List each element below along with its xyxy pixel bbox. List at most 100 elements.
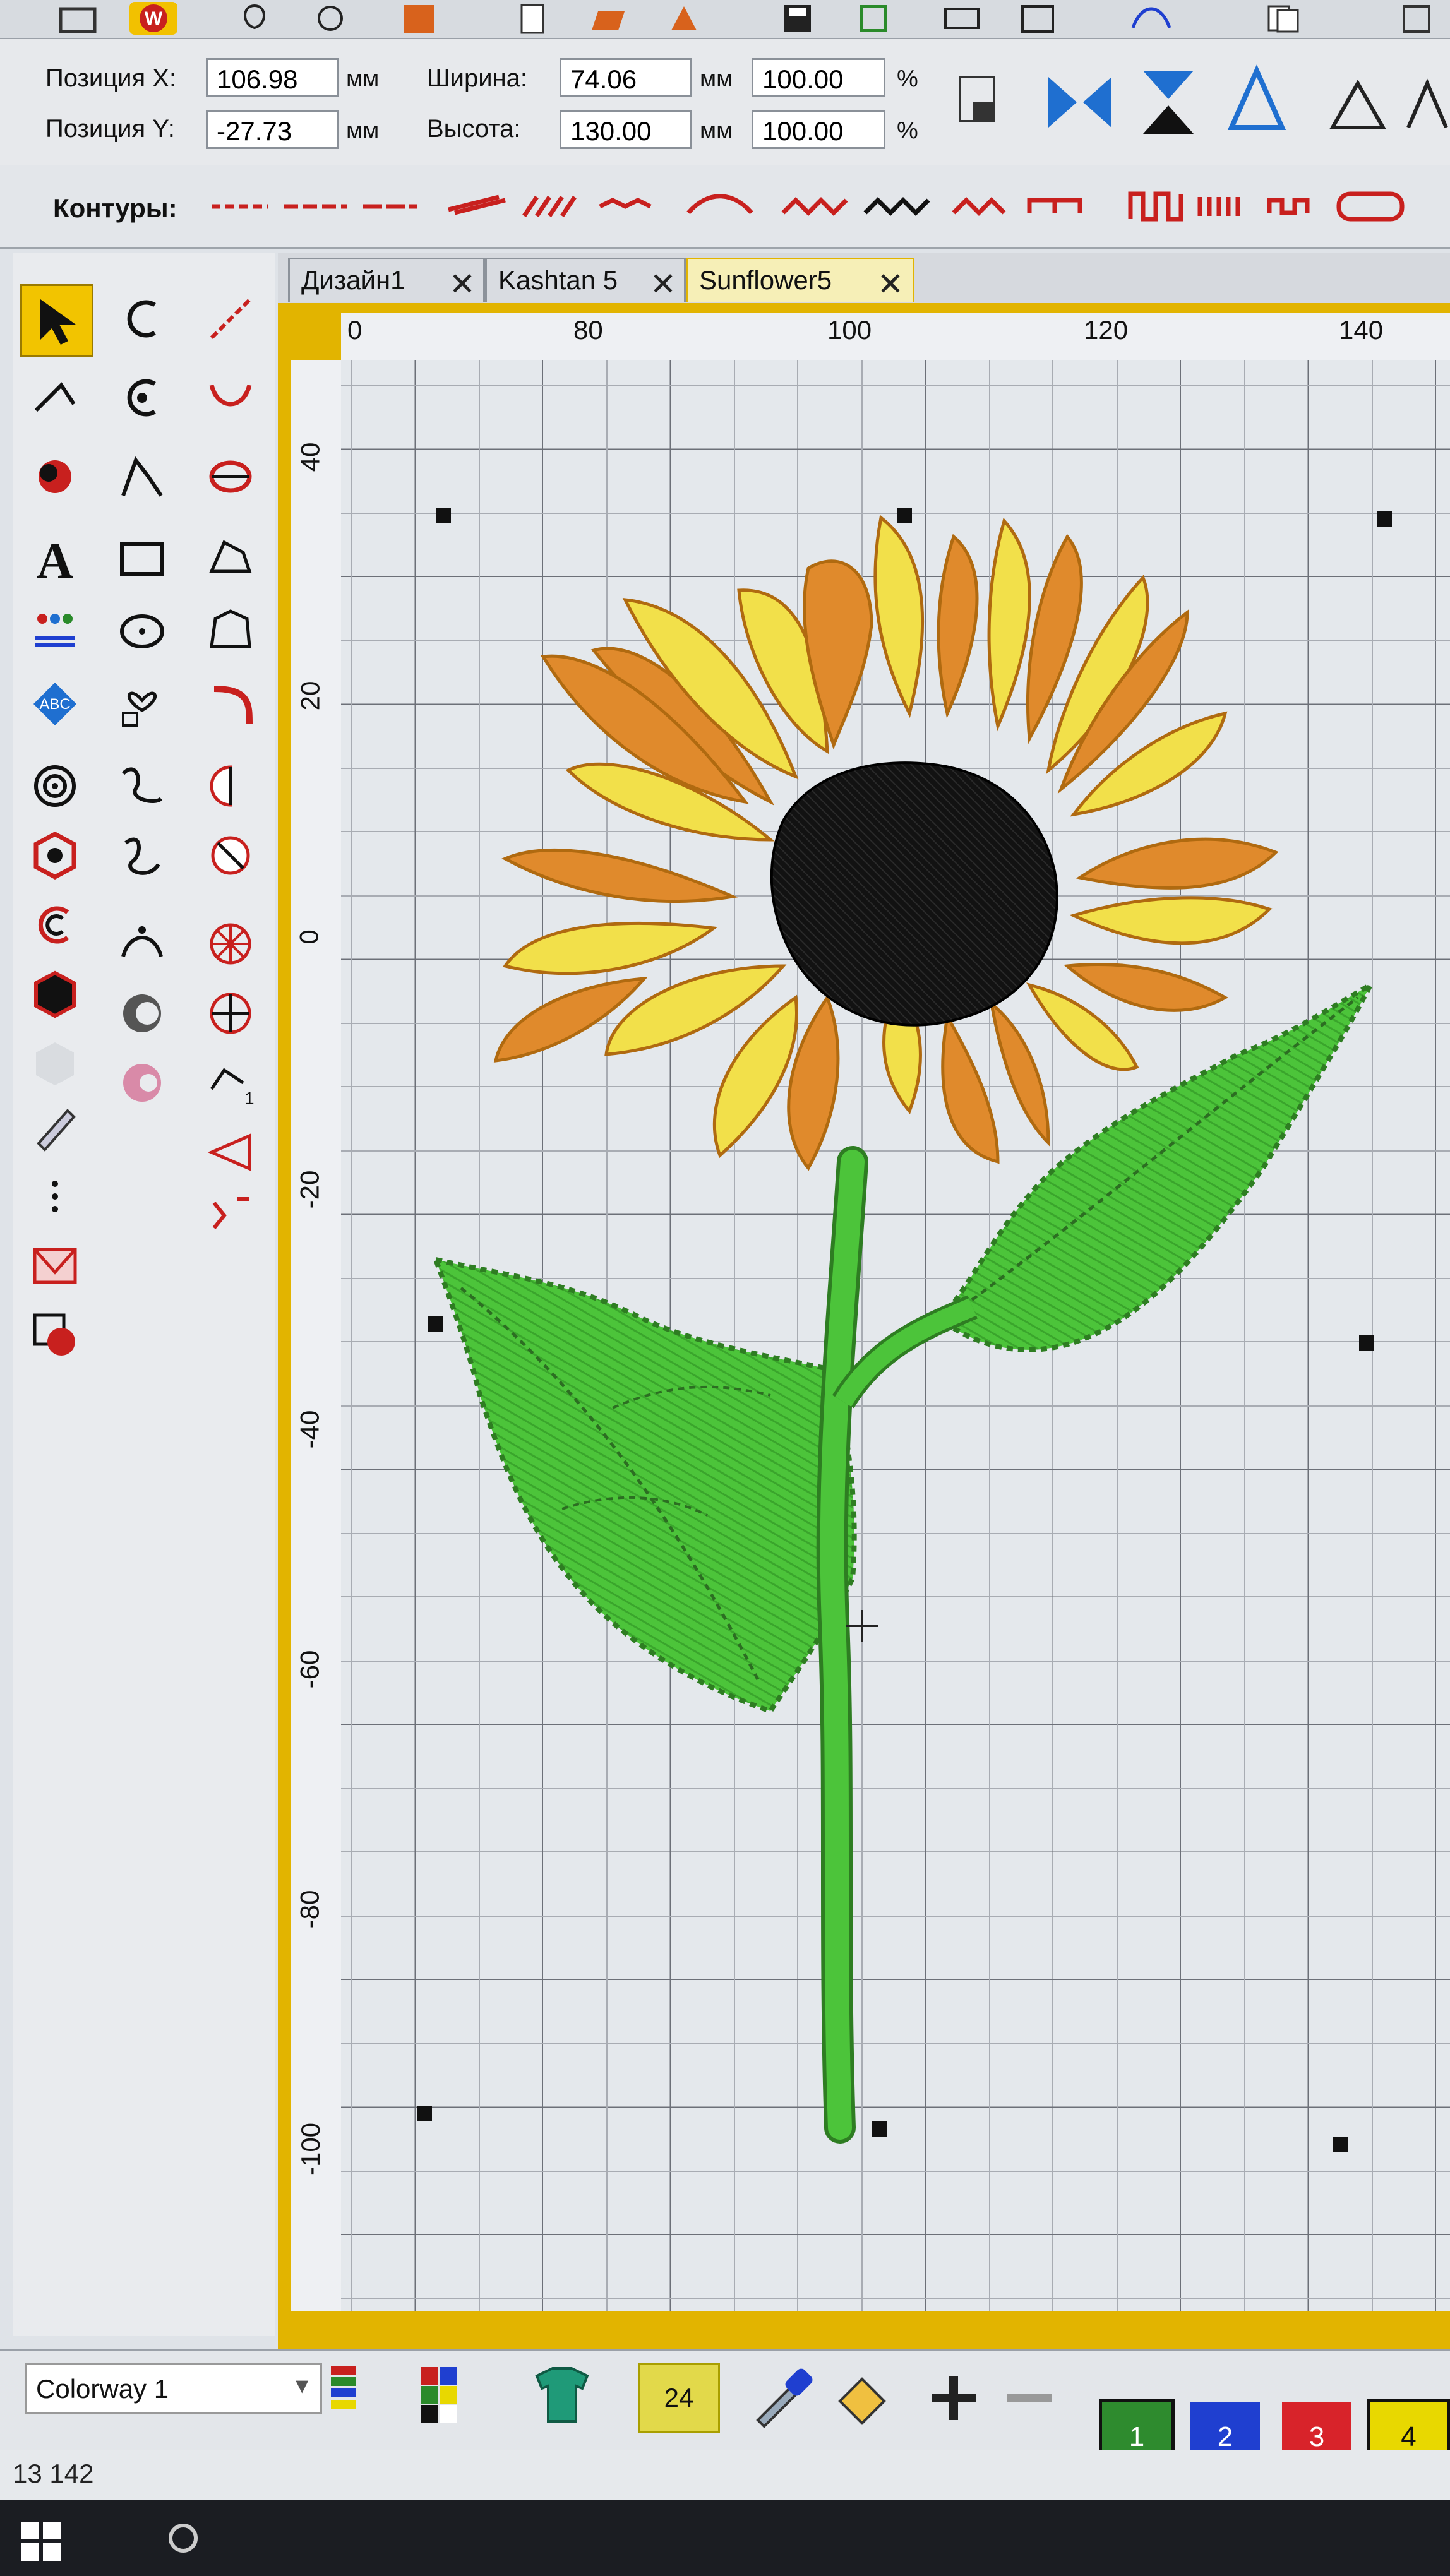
ruler-tick: -20 (294, 1170, 325, 1209)
apply-icon[interactable] (196, 1181, 265, 1250)
balloon-icon[interactable] (227, 0, 282, 37)
home-icon[interactable] (51, 0, 105, 37)
concentric-circle-icon[interactable] (20, 751, 90, 821)
star-fill-icon[interactable] (196, 909, 265, 979)
contour-style-buttons[interactable] (208, 184, 1450, 229)
freehand-closed-icon[interactable] (107, 821, 177, 890)
width-field[interactable]: 74.06 (560, 58, 692, 97)
lock-proportions-icon[interactable] (947, 64, 1010, 140)
reshape-icon[interactable] (20, 442, 90, 511)
radial-fill-icon[interactable] (196, 979, 265, 1048)
hexagon-disabled-icon (20, 1029, 90, 1099)
close-icon[interactable]: ✕ (650, 263, 676, 305)
ruler-tick: 20 (295, 681, 325, 711)
fill-a-icon[interactable] (196, 751, 265, 821)
position-y-field[interactable]: -27.73 (206, 110, 339, 149)
svg-text:1: 1 (244, 1088, 255, 1108)
height-field[interactable]: 130.00 (560, 110, 692, 149)
freehand-icon[interactable] (107, 751, 177, 821)
closed-object-icon[interactable] (196, 597, 265, 666)
team-names-icon[interactable] (20, 597, 90, 666)
color-list-icon[interactable] (328, 2363, 373, 2420)
scale-width-field[interactable]: 100.00 (752, 58, 885, 97)
ruler-tick: -60 (294, 1650, 325, 1689)
input-b-icon[interactable] (107, 363, 177, 432)
column-b-icon[interactable] (196, 442, 265, 511)
save-icon[interactable] (770, 0, 825, 37)
shirt-icon[interactable] (524, 2363, 600, 2426)
new-file-icon[interactable] (505, 0, 560, 37)
turning-satin-icon[interactable] (196, 669, 265, 739)
select-arrow-icon[interactable] (20, 284, 93, 357)
complex-fill-icon[interactable] (196, 524, 265, 593)
transform-icon[interactable] (1402, 64, 1450, 140)
hexagon-outline-icon[interactable] (20, 821, 90, 890)
run-stitch-icon[interactable] (196, 284, 265, 354)
color-count-badge[interactable]: 24 (638, 2363, 720, 2433)
ruler-tick: -100 (296, 2122, 326, 2176)
colorway-select[interactable]: Colorway 1 ▼ (25, 2363, 322, 2414)
palette-grid-icon[interactable] (417, 2363, 486, 2426)
fractal-icon[interactable] (196, 1118, 265, 1187)
rotate-icon[interactable] (1219, 64, 1295, 140)
svg-text:W: W (145, 8, 163, 29)
hexagon-fill-icon[interactable] (20, 960, 90, 1029)
scale-height-field[interactable]: 100.00 (752, 110, 885, 149)
position-y-label: Позиция Y: (45, 115, 175, 143)
ruler-tick: 80 (573, 315, 603, 345)
paste-icon[interactable] (1389, 0, 1444, 37)
windows-start-icon[interactable] (19, 2519, 63, 2563)
copy-icon[interactable] (1257, 0, 1311, 37)
tab-kashtan5[interactable]: Kashtan 5 ✕ (485, 258, 686, 302)
paint-bucket-icon[interactable] (827, 2363, 897, 2433)
ruler-tick: -40 (294, 1410, 325, 1449)
hoop-icon[interactable] (107, 909, 177, 979)
input-a-icon[interactable] (107, 284, 177, 354)
add-color-icon[interactable] (922, 2363, 985, 2433)
shape-icon[interactable] (20, 1301, 90, 1370)
open-file-icon[interactable] (581, 0, 635, 37)
tab-label: Kashtan 5 (498, 265, 618, 295)
design-canvas[interactable] (341, 360, 1450, 2311)
ellipse-icon[interactable] (107, 597, 177, 666)
tab-sunflower5[interactable]: Sunflower5 ✕ (686, 258, 914, 302)
stitch-icon[interactable] (1124, 0, 1178, 37)
main-toolbar: W (0, 0, 1450, 39)
shapes-icon[interactable] (107, 669, 177, 739)
pen-icon[interactable] (20, 1092, 90, 1162)
print-icon[interactable] (935, 0, 989, 37)
mirror-vertical-icon[interactable] (1130, 64, 1206, 140)
convert-icon[interactable] (303, 0, 357, 37)
input-c-icon[interactable] (107, 442, 177, 511)
polyline-select-icon[interactable] (20, 363, 90, 432)
skew-icon[interactable] (1320, 64, 1396, 140)
fill-b-icon[interactable] (196, 821, 265, 890)
close-icon[interactable]: ✕ (449, 263, 476, 305)
export-icon[interactable] (846, 0, 901, 37)
search-icon[interactable] (164, 2519, 208, 2563)
svg-text:A: A (37, 534, 73, 584)
position-x-field[interactable]: 106.98 (206, 58, 339, 97)
stitch-points-icon[interactable] (20, 1162, 90, 1231)
cursor-coords: 13 142 (13, 2459, 94, 2488)
appliqué-icon[interactable] (20, 1231, 90, 1301)
column-a-icon[interactable] (196, 363, 265, 432)
mirror-horizontal-icon[interactable] (1042, 64, 1118, 140)
auto-digitize-icon[interactable] (107, 979, 177, 1048)
close-icon[interactable]: ✕ (877, 263, 904, 305)
tab-design1[interactable]: Дизайн1 ✕ (288, 258, 485, 302)
color-icon[interactable] (392, 0, 446, 37)
template-icon[interactable] (657, 0, 711, 37)
wilcom-logo-icon[interactable]: W (126, 0, 181, 37)
tool-palette: A ABC 1 (13, 253, 275, 2336)
lettering-icon[interactable]: A (20, 524, 90, 593)
reshape-node-icon[interactable]: 1 (196, 1048, 265, 1118)
remove-color-icon[interactable] (998, 2363, 1061, 2433)
eyedropper-icon[interactable] (745, 2363, 815, 2433)
windows-taskbar (0, 2500, 1450, 2576)
print-preview-icon[interactable] (1010, 0, 1065, 37)
monogram-icon[interactable]: ABC (20, 669, 90, 739)
rectangle-icon[interactable] (107, 524, 177, 593)
photo-stitch-icon[interactable] (107, 1048, 177, 1118)
offset-icon[interactable] (20, 890, 90, 960)
